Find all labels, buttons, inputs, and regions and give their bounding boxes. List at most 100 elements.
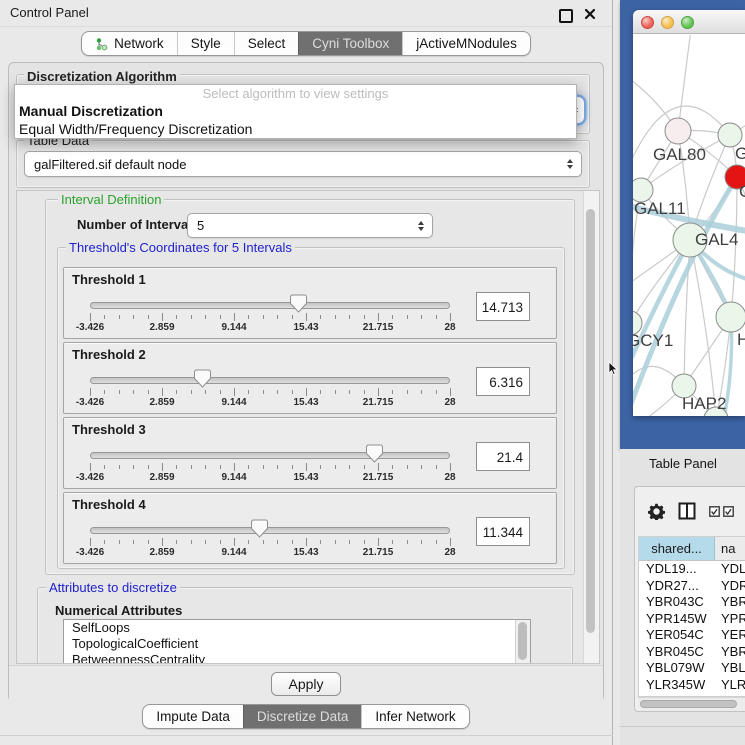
cell-shared-name: YDR27... xyxy=(639,578,715,595)
threshold-panel-4: Threshold 4-3.4262.8599.14415.4321.71528… xyxy=(63,492,557,564)
slider-track[interactable] xyxy=(90,527,450,534)
split-columns-icon[interactable] xyxy=(678,502,696,520)
attribute-item-selfloops[interactable]: SelfLoops xyxy=(64,620,530,636)
scrollbar-thumb[interactable] xyxy=(518,622,527,660)
table-horizontal-scrollbar[interactable] xyxy=(638,697,745,711)
combobox-arrows-icon xyxy=(418,221,424,231)
tick-mark xyxy=(349,315,350,319)
tab-network[interactable]: Network xyxy=(82,32,177,55)
settings-pane-scrollbar[interactable] xyxy=(583,191,599,663)
node-attribute-table[interactable]: shared...na YDL19...YDL1YDR27...YDR2YBR0… xyxy=(638,536,745,697)
attribute-item-topologicalcoefficient[interactable]: TopologicalCoefficient xyxy=(64,636,530,652)
algorithm-dropdown-popup: Select algorithm to view settings Manual… xyxy=(14,84,577,139)
table-row[interactable]: YDL19...YDL1 xyxy=(639,561,745,578)
slider-thumb[interactable] xyxy=(194,369,211,388)
cell-shared-name: YDL19... xyxy=(639,561,715,578)
tab-infer-network[interactable]: Infer Network xyxy=(361,705,468,728)
tick-mark xyxy=(176,315,177,319)
tick-label: -3.426 xyxy=(76,472,104,483)
slider-track[interactable] xyxy=(90,377,450,384)
tick-mark xyxy=(234,538,235,546)
threshold-value-field[interactable]: 14.713 xyxy=(476,292,530,321)
tick-label: 15.43 xyxy=(293,547,318,558)
tab-label: Cyni Toolbox xyxy=(312,32,389,55)
slider-tick-labels: -3.4262.8599.14415.4321.71528 xyxy=(90,547,450,559)
table-row[interactable]: YBL079WYBL0 xyxy=(639,660,745,677)
table-row[interactable]: YDR27...YDR2 xyxy=(639,578,745,595)
zoom-traffic-light-icon[interactable] xyxy=(681,16,694,29)
network-canvas[interactable]: GAL80GAGAL11CGAL4GCY1HHAP2 xyxy=(633,35,745,416)
algorithm-option-equal-width-frequency-discretization[interactable]: Equal Width/Frequency Discretization xyxy=(15,120,576,138)
gear-icon[interactable] xyxy=(648,503,665,520)
column-header-shared[interactable]: shared... xyxy=(639,537,715,560)
table-row[interactable]: YPR145WYPR1 xyxy=(639,611,745,628)
tick-mark xyxy=(162,538,163,546)
float-window-icon[interactable] xyxy=(559,9,573,23)
tick-mark xyxy=(306,538,307,546)
apply-button[interactable]: Apply xyxy=(271,672,341,696)
minimize-traffic-light-icon[interactable] xyxy=(661,16,674,29)
tab-discretize-data[interactable]: Discretize Data xyxy=(243,705,362,728)
tick-mark xyxy=(205,465,206,469)
tick-label: 9.144 xyxy=(221,397,246,408)
tab-impute-data[interactable]: Impute Data xyxy=(143,705,243,728)
tab-label: Select xyxy=(248,32,286,55)
network-graph[interactable]: GAL80GAGAL11CGAL4GCY1HHAP2 xyxy=(633,35,745,416)
tick-mark xyxy=(277,540,278,544)
slider-thumb[interactable] xyxy=(290,294,307,313)
threshold-slider-2[interactable]: -3.4262.8599.14415.4321.71528 xyxy=(90,365,450,411)
tick-mark xyxy=(436,315,437,319)
network-edge[interactable] xyxy=(678,35,691,131)
tab-label: Infer Network xyxy=(375,705,455,728)
threshold-slider-3[interactable]: -3.4262.8599.14415.4321.71528 xyxy=(90,440,450,486)
slider-track[interactable] xyxy=(90,302,450,309)
tick-mark xyxy=(407,465,408,469)
threshold-value-field[interactable]: 6.316 xyxy=(476,367,530,396)
threshold-panel-1: Threshold 1-3.4262.8599.14415.4321.71528… xyxy=(63,267,557,339)
tick-mark xyxy=(421,390,422,394)
tab-jactivemnodules[interactable]: jActiveMNodules xyxy=(402,32,530,55)
tick-mark xyxy=(378,463,379,471)
algorithm-option-manual-discretization[interactable]: Manual Discretization xyxy=(15,102,576,120)
tick-mark xyxy=(335,465,336,469)
table-row[interactable]: YBR045CYBR0 xyxy=(639,644,745,661)
tick-mark xyxy=(263,390,264,394)
tick-label: 9.144 xyxy=(221,472,246,483)
column-header-na[interactable]: na xyxy=(715,537,745,560)
table-row[interactable]: YLR345WYLR3 xyxy=(639,677,745,694)
threshold-value-field[interactable]: 11.344 xyxy=(476,517,530,546)
tick-mark xyxy=(320,465,321,469)
table-row[interactable]: YER054CYER0 xyxy=(639,627,745,644)
attributes-list-scrollbar[interactable] xyxy=(515,620,530,664)
close-icon[interactable] xyxy=(584,8,596,20)
cell-name: YER0 xyxy=(715,627,745,644)
scrollbar-thumb[interactable] xyxy=(640,700,737,708)
slider-track[interactable] xyxy=(90,452,450,459)
network-node[interactable] xyxy=(665,118,691,144)
threshold-panels: Threshold 1-3.4262.8599.14415.4321.71528… xyxy=(63,267,557,567)
tick-mark xyxy=(450,313,451,321)
number-of-intervals-combobox[interactable]: 5 xyxy=(187,213,433,238)
threshold-value-field[interactable]: 21.4 xyxy=(476,442,530,471)
scrollbar-thumb[interactable] xyxy=(586,209,595,633)
network-node[interactable] xyxy=(716,302,745,332)
tick-mark xyxy=(436,465,437,469)
tab-style[interactable]: Style xyxy=(177,32,234,55)
column-visibility-icons[interactable] xyxy=(709,506,734,517)
attribute-item-betweennesscentrality[interactable]: BetweennessCentrality xyxy=(64,652,530,664)
numerical-attributes-list[interactable]: SelfLoopsTopologicalCoefficientBetweenne… xyxy=(63,619,531,664)
threshold-slider-4[interactable]: -3.4262.8599.14415.4321.71528 xyxy=(90,515,450,561)
close-traffic-light-icon[interactable] xyxy=(641,16,654,29)
node-label-gal4: GAL4 xyxy=(695,230,738,249)
node-label-ga: GA xyxy=(735,144,745,163)
slider-thumb[interactable] xyxy=(251,519,268,538)
tab-cyni-toolbox[interactable]: Cyni Toolbox xyxy=(298,32,402,55)
node-label-h: H xyxy=(737,330,745,349)
slider-thumb[interactable] xyxy=(366,444,383,463)
table-data-combobox[interactable]: galFiltered.sif default node xyxy=(24,151,582,177)
table-row[interactable]: YBR043CYBR0 xyxy=(639,594,745,611)
tick-mark xyxy=(90,388,91,396)
threshold-slider-1[interactable]: -3.4262.8599.14415.4321.71528 xyxy=(90,290,450,336)
tab-select[interactable]: Select xyxy=(234,32,299,55)
tick-mark xyxy=(292,315,293,319)
